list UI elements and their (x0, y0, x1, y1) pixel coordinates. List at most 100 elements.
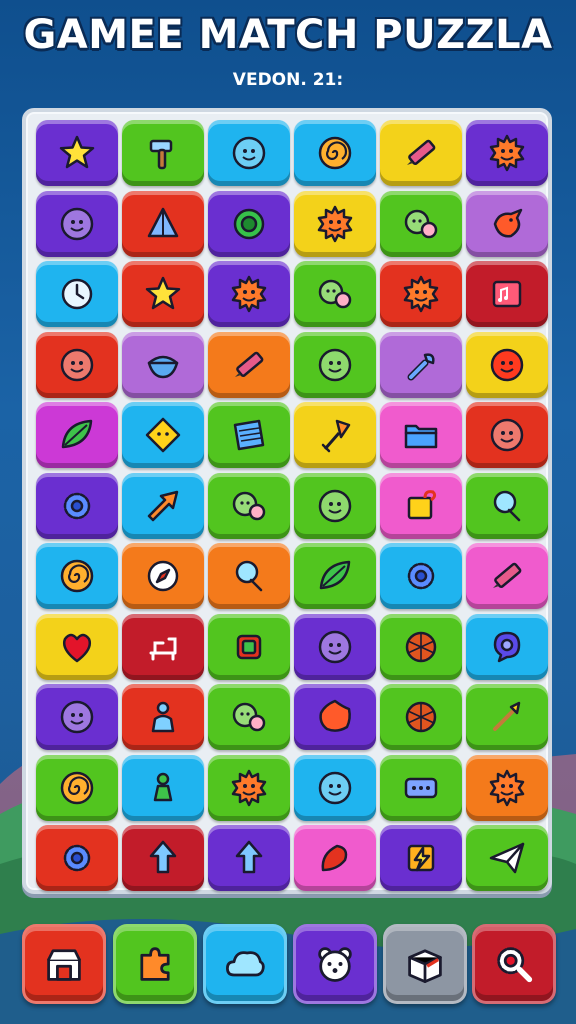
tile[interactable] (380, 613, 462, 680)
square-icon (229, 627, 269, 667)
tile[interactable] (294, 754, 376, 821)
tile[interactable] (122, 613, 204, 680)
tile[interactable] (208, 120, 290, 186)
tile[interactable] (208, 684, 290, 750)
tile[interactable] (466, 261, 548, 327)
tile[interactable] (466, 684, 548, 750)
cloud-icon (223, 942, 267, 986)
tile[interactable] (380, 543, 462, 609)
tile[interactable] (466, 472, 548, 539)
dice-icon (401, 768, 441, 808)
tile[interactable] (466, 120, 548, 186)
clock-icon (57, 274, 97, 314)
tile[interactable] (36, 684, 118, 750)
tile[interactable] (208, 190, 290, 257)
tile[interactable] (36, 825, 118, 891)
tile[interactable] (122, 402, 204, 468)
hammer-icon (143, 133, 183, 173)
ring-icon (229, 204, 269, 244)
tile[interactable] (294, 684, 376, 750)
puzzle-button[interactable] (113, 924, 197, 1004)
tile[interactable] (36, 754, 118, 821)
tile[interactable] (122, 754, 204, 821)
tile[interactable] (36, 331, 118, 398)
cloud-button[interactable] (203, 924, 287, 1004)
tile[interactable] (36, 543, 118, 609)
tile[interactable] (380, 402, 462, 468)
tile[interactable] (466, 825, 548, 891)
shop-button[interactable] (22, 924, 106, 1004)
tile[interactable] (380, 261, 462, 327)
tile[interactable] (122, 331, 204, 398)
tile[interactable] (36, 402, 118, 468)
box-button[interactable] (383, 924, 467, 1004)
tile[interactable] (122, 825, 204, 891)
twin-faces-icon (315, 274, 355, 314)
brush-icon (487, 697, 527, 737)
tile[interactable] (122, 261, 204, 327)
tile[interactable] (36, 472, 118, 539)
balloon-icon (229, 556, 269, 596)
tile[interactable] (208, 613, 290, 680)
tile[interactable] (122, 543, 204, 609)
tile-grid (36, 120, 548, 891)
tag-icon (401, 486, 441, 526)
tile[interactable] (294, 543, 376, 609)
tile[interactable] (122, 684, 204, 750)
pencil-icon (487, 556, 527, 596)
bear-button[interactable] (293, 924, 377, 1004)
pawn-icon (143, 768, 183, 808)
tile[interactable] (380, 754, 462, 821)
tile[interactable] (294, 190, 376, 257)
tile[interactable] (380, 120, 462, 186)
tile[interactable] (294, 120, 376, 186)
tile[interactable] (380, 331, 462, 398)
tile[interactable] (466, 402, 548, 468)
tile[interactable] (122, 472, 204, 539)
tile[interactable] (294, 331, 376, 398)
tile[interactable] (466, 190, 548, 257)
pencil-icon (401, 133, 441, 173)
smiley-face-icon (487, 415, 527, 455)
chat-bubble-icon (487, 627, 527, 667)
tile[interactable] (122, 120, 204, 186)
tile[interactable] (208, 825, 290, 891)
tile[interactable] (380, 684, 462, 750)
box-icon (403, 942, 447, 986)
tile[interactable] (466, 543, 548, 609)
tile[interactable] (208, 331, 290, 398)
spiral-icon (57, 768, 97, 808)
tile[interactable] (36, 261, 118, 327)
tile[interactable] (466, 331, 548, 398)
tile[interactable] (208, 472, 290, 539)
tile[interactable] (208, 754, 290, 821)
tile[interactable] (380, 190, 462, 257)
blob-icon (315, 697, 355, 737)
tile[interactable] (466, 613, 548, 680)
gear-icon (57, 838, 97, 878)
game-title: GAMEE MATCH PUZZLA (23, 12, 553, 58)
tile[interactable] (294, 825, 376, 891)
arrow-icon (143, 486, 183, 526)
tile[interactable] (122, 190, 204, 257)
sun-face-icon (229, 274, 269, 314)
folder-icon (401, 415, 441, 455)
tile[interactable] (208, 402, 290, 468)
tile[interactable] (466, 754, 548, 821)
bowl-icon (143, 345, 183, 385)
tile[interactable] (36, 190, 118, 257)
tile[interactable] (294, 613, 376, 680)
tile[interactable] (208, 261, 290, 327)
tile[interactable] (208, 543, 290, 609)
star-icon (143, 274, 183, 314)
tile[interactable] (294, 261, 376, 327)
tile[interactable] (380, 472, 462, 539)
shop-icon (42, 942, 86, 986)
search-gear-button[interactable] (472, 924, 556, 1004)
tile[interactable] (294, 402, 376, 468)
tile[interactable] (294, 472, 376, 539)
tile[interactable] (380, 825, 462, 891)
tile[interactable] (36, 120, 118, 186)
paper-plane-icon (487, 838, 527, 878)
tile[interactable] (36, 613, 118, 680)
